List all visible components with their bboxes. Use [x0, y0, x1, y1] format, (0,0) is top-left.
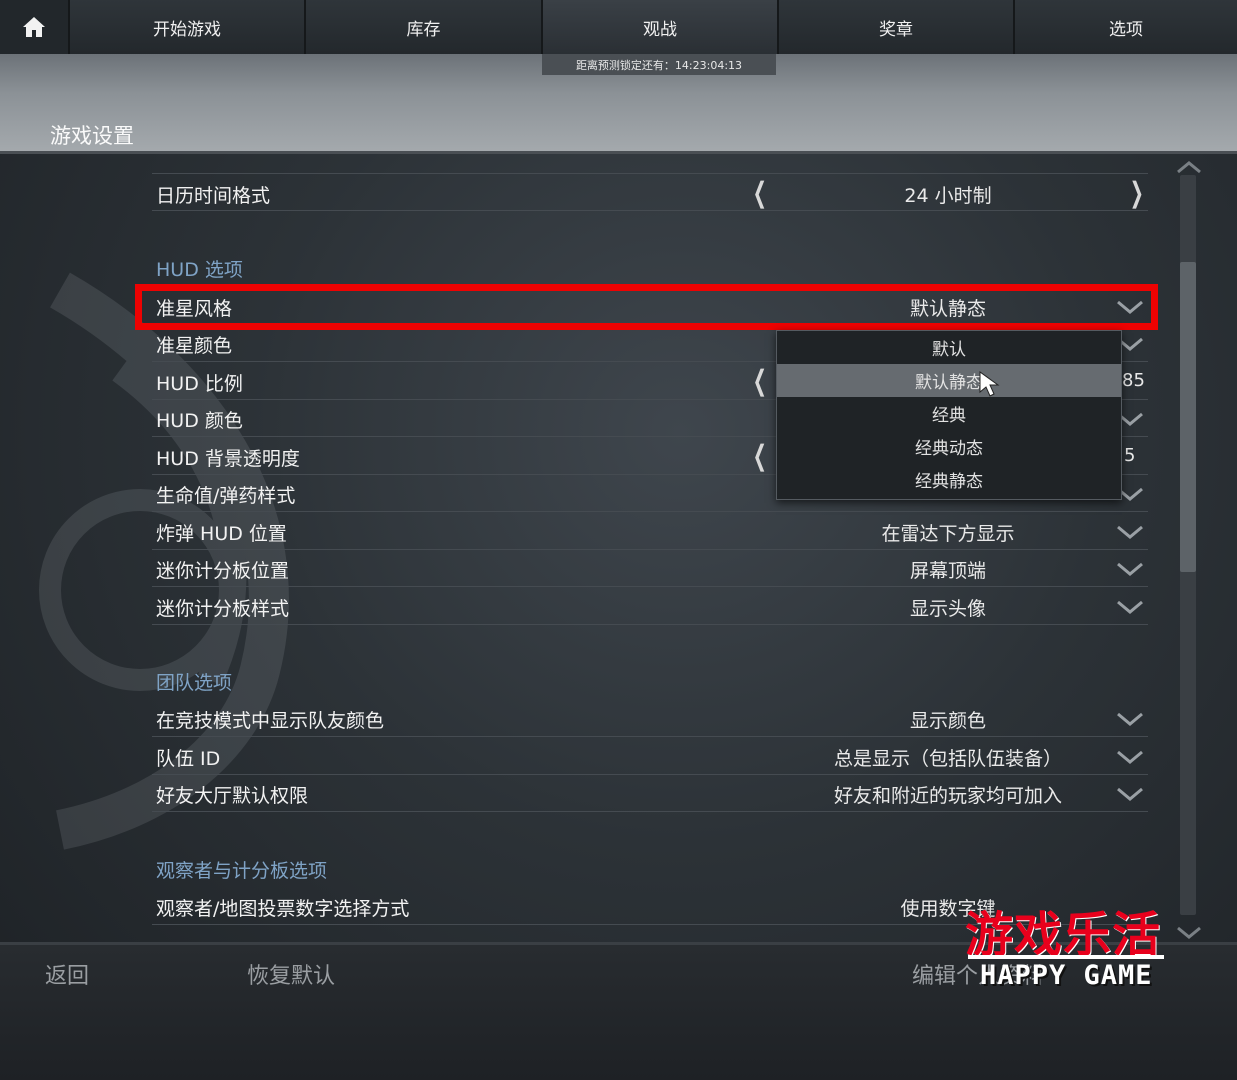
chevron-down-icon[interactable]: [1116, 600, 1144, 614]
crosshair-style-dropdown[interactable]: 默认 默认静态 经典 经典动态 经典静态: [776, 330, 1122, 500]
chevron-down-icon[interactable]: [1116, 787, 1144, 801]
setting-row-mini-scoreboard-position[interactable]: 迷你计分板位置 屏幕顶端: [152, 549, 1148, 587]
setting-label: HUD 背景透明度: [156, 448, 300, 470]
setting-label: 准星颜色: [156, 335, 233, 357]
prediction-countdown: 距离预测锁定还有：14:23:04:13: [542, 54, 776, 75]
scroll-down-icon[interactable]: [1176, 926, 1202, 940]
tab-inventory[interactable]: 库存: [304, 0, 541, 54]
chevron-down-icon[interactable]: [1116, 525, 1144, 539]
chevron-left-icon[interactable]: ❮: [753, 439, 767, 472]
watermark-logo-text: HAPPY GAME: [980, 960, 1153, 991]
setting-value: 屏幕顶端: [909, 560, 986, 582]
setting-value-partial: 85: [1122, 370, 1145, 391]
setting-row-team-id[interactable]: 队伍 ID 总是显示（包括队伍装备）: [152, 737, 1148, 775]
mouse-cursor-icon: [979, 371, 1000, 397]
home-icon: [23, 17, 45, 37]
dropdown-option[interactable]: 默认: [777, 331, 1121, 364]
setting-row-teammate-color[interactable]: 在竞技模式中显示队友颜色 显示颜色: [152, 699, 1148, 737]
setting-row-mini-scoreboard-style[interactable]: 迷你计分板样式 显示头像: [152, 587, 1148, 625]
setting-label: 迷你计分板位置: [156, 560, 290, 582]
setting-label: 生命值/弹药样式: [156, 485, 296, 507]
top-nav: 开始游戏 库存 观战 奖章 选项: [0, 0, 1237, 54]
tab-awards[interactable]: 奖章: [777, 0, 1013, 54]
watermark-divider: [968, 955, 1164, 959]
chevron-right-icon[interactable]: ❯: [1129, 176, 1143, 209]
chevron-left-icon[interactable]: ❮: [753, 176, 767, 209]
setting-value: 显示头像: [909, 598, 986, 620]
setting-value: 24 小时制: [904, 185, 992, 207]
section-hud: HUD 选项: [156, 259, 243, 281]
setting-value: 在雷达下方显示: [881, 523, 1015, 545]
scroll-up-icon[interactable]: [1176, 160, 1202, 174]
setting-row-lobby-permission[interactable]: 好友大厅默认权限 好友和附近的玩家均可加入: [152, 774, 1148, 812]
setting-label: 日历时间格式: [156, 185, 271, 207]
tab-watch[interactable]: 观战: [541, 0, 777, 54]
chevron-down-icon[interactable]: [1116, 712, 1144, 726]
tab-options[interactable]: 选项: [1013, 0, 1237, 54]
setting-value-partial: 5: [1124, 445, 1136, 466]
setting-label: 在竞技模式中显示队友颜色: [156, 710, 385, 732]
chevron-down-icon[interactable]: [1116, 750, 1144, 764]
chevron-left-icon[interactable]: ❮: [753, 364, 767, 397]
setting-label: HUD 颜色: [156, 410, 243, 432]
setting-value: 显示颜色: [909, 710, 986, 732]
dropdown-option[interactable]: 经典动态: [777, 430, 1121, 463]
tab-play[interactable]: 开始游戏: [68, 0, 304, 54]
setting-label: 炸弹 HUD 位置: [156, 523, 287, 545]
setting-row-bomb-hud[interactable]: 炸弹 HUD 位置 在雷达下方显示: [152, 512, 1148, 550]
back-button[interactable]: 返回: [45, 958, 89, 990]
section-team: 团队选项: [156, 672, 233, 694]
setting-value: 好友和附近的玩家均可加入: [833, 785, 1062, 807]
setting-row-calendar-format[interactable]: 日历时间格式 ❮ 24 小时制 ❯: [152, 173, 1148, 211]
dropdown-option[interactable]: 经典静态: [777, 463, 1121, 496]
restore-defaults-button[interactable]: 恢复默认: [247, 958, 335, 990]
setting-label: HUD 比例: [156, 373, 243, 395]
setting-label: 迷你计分板样式: [156, 598, 290, 620]
dropdown-option-selected[interactable]: 默认静态: [777, 364, 1121, 397]
page-title: 游戏设置: [50, 124, 134, 148]
scrollbar-thumb[interactable]: [1180, 262, 1196, 572]
section-spectator: 观察者与计分板选项: [156, 860, 328, 882]
chevron-down-icon[interactable]: [1116, 562, 1144, 576]
home-button[interactable]: [0, 0, 68, 54]
setting-value: 总是显示（包括队伍装备）: [833, 748, 1062, 770]
setting-label: 好友大厅默认权限: [156, 785, 309, 807]
dropdown-option[interactable]: 经典: [777, 397, 1121, 430]
setting-label: 队伍 ID: [156, 748, 221, 770]
setting-label: 观察者/地图投票数字选择方式: [156, 898, 410, 920]
highlight-box: [135, 284, 1158, 330]
